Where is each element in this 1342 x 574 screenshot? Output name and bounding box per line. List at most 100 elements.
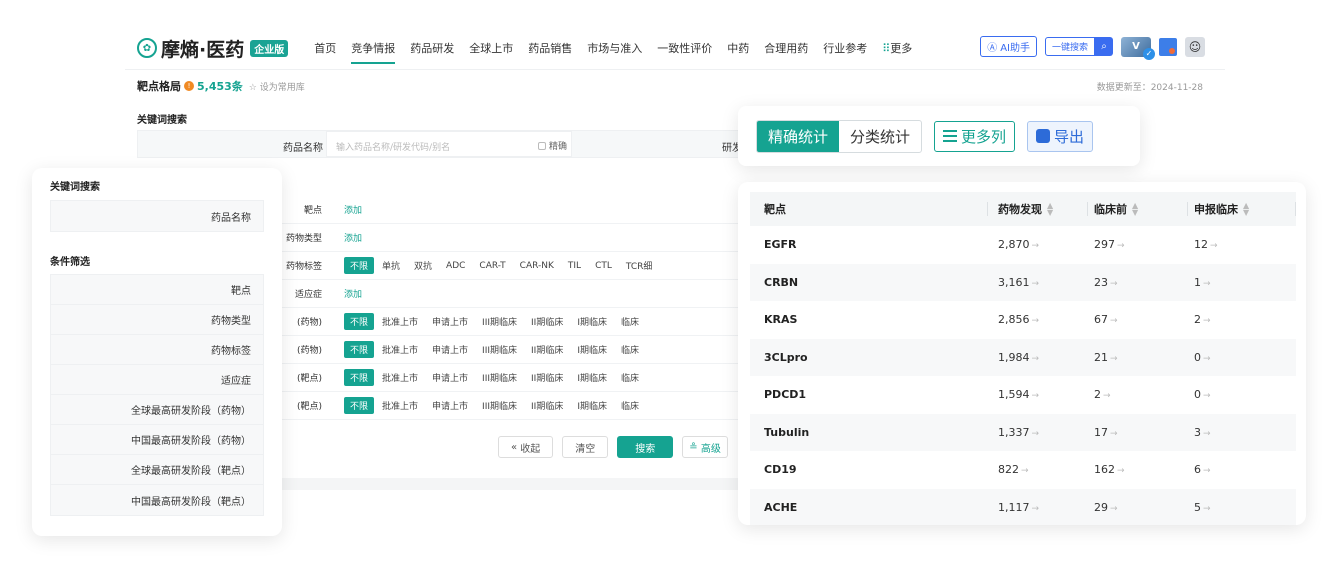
filter-option[interactable]: I期临床	[577, 315, 607, 328]
filter-option[interactable]: ADC	[446, 261, 465, 271]
filter-option[interactable]: II期临床	[531, 343, 563, 356]
target-cell[interactable]: Tubulin	[750, 426, 988, 439]
sort-icon[interactable]: ▲ ▼	[1132, 202, 1138, 217]
target-cell[interactable]: CRBN	[750, 276, 988, 289]
filter-option[interactable]: I期临床	[577, 371, 607, 384]
add-link[interactable]: 添加	[344, 287, 362, 300]
lc-condition-item[interactable]: 药物标签	[51, 335, 263, 365]
filter-option[interactable]: 申请上市	[432, 315, 468, 328]
count-cell[interactable]: 1,984 →	[988, 351, 1088, 364]
nav-item[interactable]: 全球上市	[469, 40, 513, 56]
count-cell[interactable]: 2 →	[1088, 388, 1188, 401]
filter-option[interactable]: 临床	[621, 315, 639, 328]
filter-option[interactable]: 申请上市	[432, 399, 468, 412]
search-icon[interactable]: ⌕	[1095, 37, 1113, 56]
filter-option[interactable]: 批准上市	[382, 399, 418, 412]
set-favorite-link[interactable]: ☆ 设为常用库	[249, 80, 305, 93]
lc-condition-item[interactable]: 适应症	[51, 365, 263, 395]
quick-search[interactable]: 一键搜索 ⌕	[1044, 37, 1113, 56]
exact-checkbox[interactable]: 精确	[538, 139, 567, 152]
filter-option[interactable]: 临床	[621, 343, 639, 356]
lc-condition-item[interactable]: 靶点	[51, 275, 263, 305]
nav-item[interactable]: 行业参考	[823, 40, 867, 56]
nav-item[interactable]: 首页	[314, 40, 336, 56]
count-cell[interactable]: 5 →	[1188, 501, 1296, 514]
filter-option[interactable]: CAR-T	[479, 261, 505, 271]
count-cell[interactable]: 162 →	[1088, 463, 1188, 476]
col-preclinical[interactable]: 临床前 ▲ ▼	[1088, 192, 1188, 226]
count-cell[interactable]: 23 →	[1088, 276, 1188, 289]
count-cell[interactable]: 2,870 →	[988, 238, 1088, 251]
count-cell[interactable]: 6 →	[1188, 463, 1296, 476]
lc-condition-item[interactable]: 药物类型	[51, 305, 263, 335]
filter-option[interactable]: III期临床	[482, 315, 517, 328]
target-cell[interactable]: ACHE	[750, 501, 988, 514]
nav-item[interactable]: 药品研发	[410, 40, 454, 56]
nav-item[interactable]: 市场与准入	[587, 40, 642, 56]
count-cell[interactable]: 0 →	[1188, 388, 1296, 401]
unlimited-tag[interactable]: 不限	[344, 257, 375, 274]
count-cell[interactable]: 3 →	[1188, 426, 1296, 439]
quick-search-label[interactable]: 一键搜索	[1044, 37, 1095, 56]
filter-option[interactable]: 批准上市	[382, 315, 418, 328]
count-cell[interactable]: 2 →	[1188, 313, 1296, 326]
nav-item[interactable]: 药品销售	[528, 40, 572, 56]
nav-more[interactable]: ⠿更多	[882, 40, 912, 56]
export-button[interactable]: 导出	[1027, 120, 1094, 152]
target-cell[interactable]: 3CLpro	[750, 351, 988, 364]
filter-option[interactable]: III期临床	[482, 343, 517, 356]
filter-option[interactable]: II期临床	[531, 371, 563, 384]
tab-category-stats[interactable]: 分类统计	[839, 121, 921, 152]
lc-condition-item[interactable]: 中国最高研发阶段（靶点）	[51, 485, 263, 515]
filter-option[interactable]: 申请上市	[432, 343, 468, 356]
filter-option[interactable]: 批准上市	[382, 371, 418, 384]
search-button[interactable]: 搜索	[617, 436, 674, 458]
target-cell[interactable]: CD19	[750, 463, 988, 476]
filter-option[interactable]: II期临床	[531, 399, 563, 412]
unlimited-tag[interactable]: 不限	[344, 341, 375, 358]
count-cell[interactable]: 12 →	[1188, 238, 1296, 251]
filter-option[interactable]: 单抗	[382, 259, 400, 272]
lc-condition-item[interactable]: 全球最高研发阶段（药物）	[51, 395, 263, 425]
add-link[interactable]: 添加	[344, 231, 362, 244]
filter-option[interactable]: II期临床	[531, 315, 563, 328]
sort-icon[interactable]: ▲ ▼	[1047, 202, 1053, 217]
filter-option[interactable]: 临床	[621, 399, 639, 412]
target-cell[interactable]: EGFR	[750, 238, 988, 251]
advanced-button[interactable]: ≗ 高级	[682, 436, 728, 458]
unlimited-tag[interactable]: 不限	[344, 313, 375, 330]
count-cell[interactable]: 3,161 →	[988, 276, 1088, 289]
count-cell[interactable]: 1,117 →	[988, 501, 1088, 514]
vip-icon[interactable]: V ✓	[1121, 36, 1155, 60]
tab-exact-stats[interactable]: 精确统计	[757, 120, 840, 152]
count-cell[interactable]: 1,594 →	[988, 388, 1088, 401]
sort-icon[interactable]: ▲ ▼	[1243, 202, 1249, 217]
count-cell[interactable]: 1,337 →	[988, 426, 1088, 439]
filter-option[interactable]: 双抗	[414, 259, 432, 272]
count-cell[interactable]: 2,856 →	[988, 313, 1088, 326]
filter-option[interactable]: CTL	[595, 261, 612, 271]
book-icon[interactable]	[1159, 37, 1177, 56]
filter-option[interactable]: 临床	[621, 371, 639, 384]
clear-button[interactable]: 清空	[562, 436, 609, 458]
lc-condition-item[interactable]: 中国最高研发阶段（药物）	[51, 425, 263, 455]
info-icon[interactable]: !	[184, 81, 194, 91]
collapse-button[interactable]: « 收起	[498, 436, 554, 458]
count-cell[interactable]: 29 →	[1088, 501, 1188, 514]
filter-option[interactable]: I期临床	[577, 343, 607, 356]
nav-item[interactable]: 一致性评价	[657, 40, 712, 56]
count-cell[interactable]: 67 →	[1088, 313, 1188, 326]
filter-option[interactable]: CAR-NK	[520, 261, 554, 271]
filter-option[interactable]: III期临床	[482, 399, 517, 412]
target-cell[interactable]: KRAS	[750, 313, 988, 326]
more-columns-button[interactable]: 更多列	[934, 120, 1016, 152]
nav-item[interactable]: 竞争情报	[351, 40, 396, 64]
unlimited-tag[interactable]: 不限	[344, 397, 375, 414]
add-link[interactable]: 添加	[344, 203, 362, 216]
drug-name-input[interactable]: 输入药品名称/研发代码/别名	[326, 131, 572, 157]
ai-assistant-button[interactable]: Ⓐ AI助手	[980, 36, 1037, 57]
target-cell[interactable]: PDCD1	[750, 388, 988, 401]
unlimited-tag[interactable]: 不限	[344, 369, 375, 386]
avatar[interactable]: ☺	[1185, 36, 1205, 57]
nav-item[interactable]: 合理用药	[764, 40, 808, 56]
